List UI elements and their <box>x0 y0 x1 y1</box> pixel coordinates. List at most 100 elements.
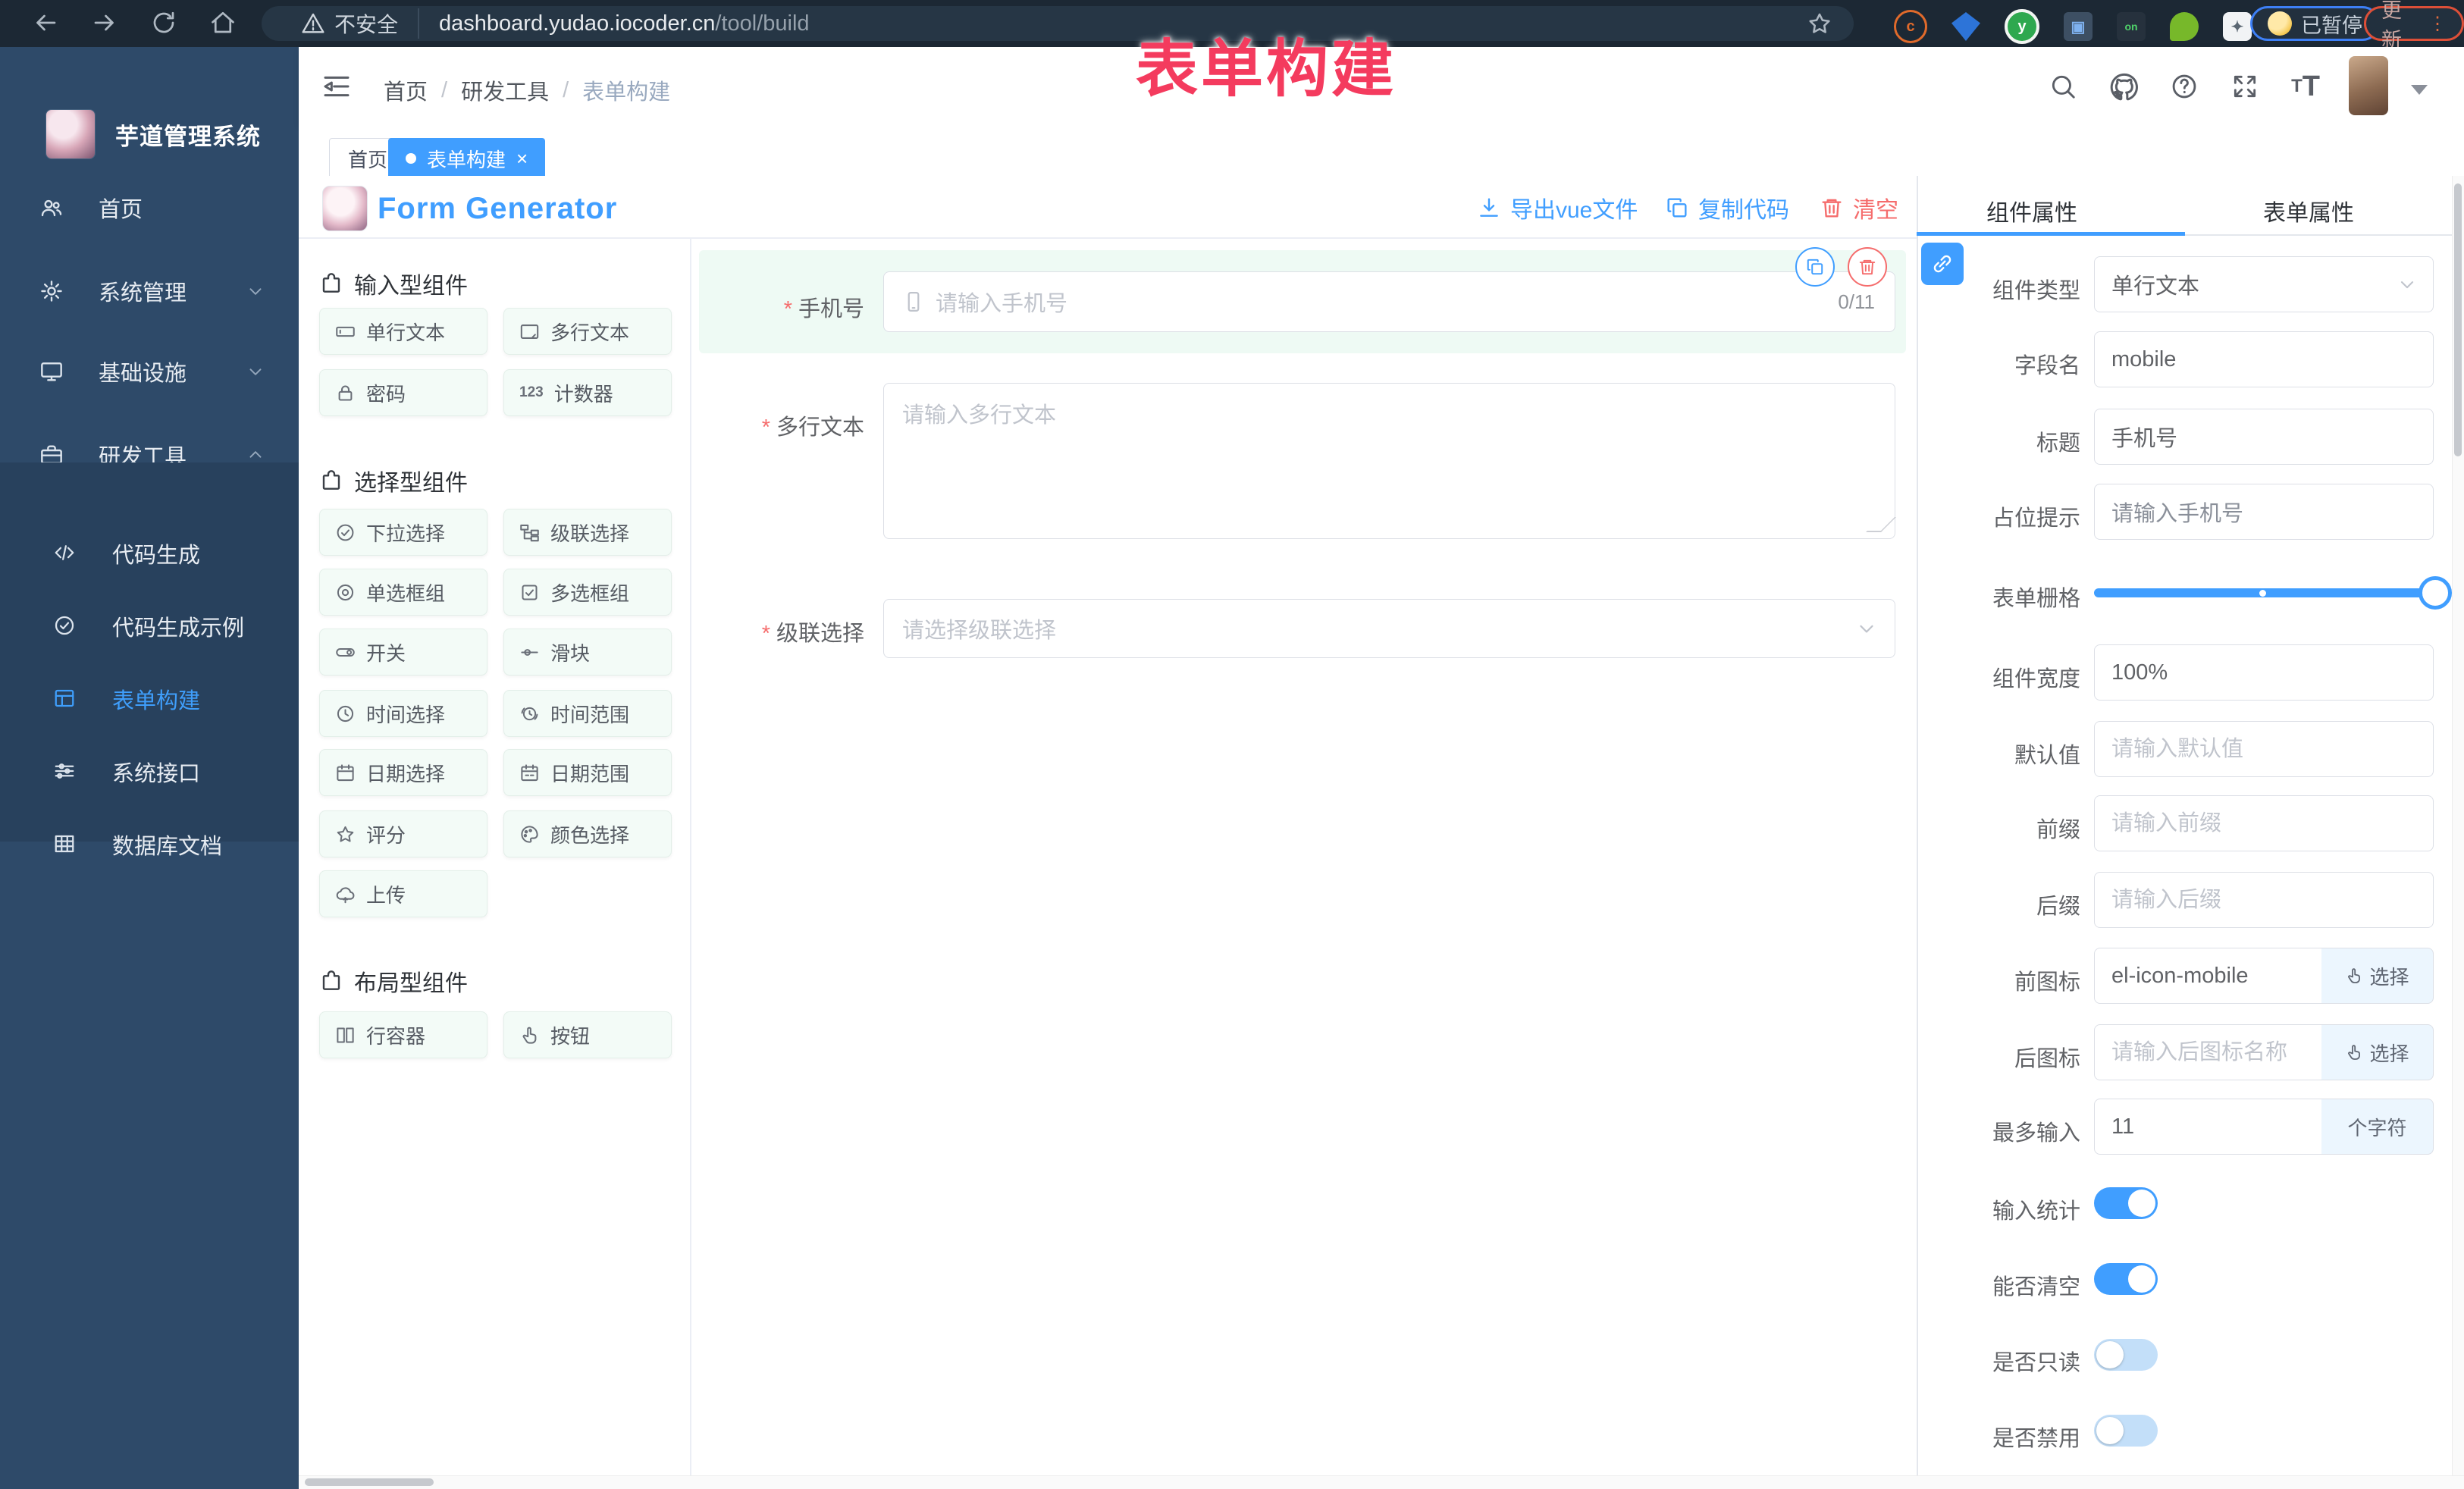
fullscreen-icon[interactable] <box>2230 72 2259 101</box>
horizontal-scrollbar[interactable] <box>299 1475 2464 1489</box>
search-icon[interactable] <box>2049 72 2077 101</box>
delete-component-button[interactable] <box>1848 247 1887 287</box>
browser-back-icon[interactable] <box>32 9 59 36</box>
placeholder-input[interactable] <box>2094 484 2434 540</box>
slider-handle[interactable] <box>2419 576 2452 610</box>
tab-component-props[interactable]: 组件属性 <box>1986 194 2077 227</box>
prefix-input[interactable] <box>2094 795 2434 851</box>
bookmark-star-icon[interactable] <box>1807 11 1832 36</box>
update-button[interactable]: 更新 ⋮ <box>2364 6 2464 41</box>
palette-item-multi-line-text[interactable]: 多行文本 <box>503 308 672 355</box>
palette-item-single-line-text[interactable]: 单行文本 <box>319 308 487 355</box>
extension-icon[interactable]: c <box>1894 10 1927 43</box>
mobile-input[interactable]: 请输入手机号 0/11 <box>883 271 1895 332</box>
sidebar-logo-row[interactable]: 芋道管理系统 <box>0 109 299 159</box>
tags-view-bar: 首页 表单构建 × <box>299 126 2464 177</box>
github-icon[interactable] <box>2109 72 2138 101</box>
address-bar[interactable]: 不安全 dashboard.yudao.iocoder.cn/tool/buil… <box>262 6 1854 41</box>
star-icon <box>335 824 356 845</box>
clear-button[interactable]: 清空 <box>1820 191 1898 224</box>
close-icon[interactable]: × <box>516 147 528 171</box>
component-type-select[interactable]: 单行文本 <box>2094 256 2434 312</box>
hamburger-icon[interactable] <box>321 71 352 102</box>
component-width-input[interactable] <box>2094 644 2434 701</box>
extension-icon[interactable]: y <box>2005 9 2039 44</box>
mobile-placeholder: 请输入手机号 <box>936 286 1067 318</box>
toggle-clearable[interactable] <box>2094 1263 2158 1295</box>
extension-icon[interactable]: on <box>2117 12 2146 41</box>
palette-item-row-container[interactable]: 行容器 <box>319 1011 487 1058</box>
palette-item-slider[interactable]: 滑块 <box>503 629 672 676</box>
toggle-disabled[interactable] <box>2094 1415 2158 1447</box>
extension-icon[interactable] <box>1951 12 1980 41</box>
toggle-readonly[interactable] <box>2094 1339 2158 1371</box>
palette-item-date-picker[interactable]: 日期选择 <box>319 749 487 796</box>
max-input[interactable] <box>2094 1099 2323 1155</box>
prefix-icon-input[interactable] <box>2094 948 2323 1004</box>
palette-item-time-range[interactable]: 时间范围 <box>503 690 672 737</box>
palette-item-radio-group[interactable]: 单选框组 <box>319 569 487 616</box>
palette-item-select[interactable]: 下拉选择 <box>319 509 487 556</box>
palette-item-upload[interactable]: 上传 <box>319 870 487 917</box>
browser-reload-icon[interactable] <box>150 9 177 36</box>
palette-item-cascader[interactable]: 级联选择 <box>503 509 672 556</box>
paused-label: 已暂停 <box>2301 9 2362 39</box>
palette-item-switch[interactable]: 开关 <box>319 629 487 676</box>
component-icon <box>319 271 343 296</box>
suffix-input[interactable] <box>2094 872 2434 928</box>
section-input-components: 输入型组件 <box>319 267 468 300</box>
sidebar-item-db-doc[interactable]: 数据库文档 <box>0 808 299 881</box>
prefix-icon-choose-button[interactable]: 选择 <box>2321 948 2434 1004</box>
palette-item-button[interactable]: 按钮 <box>503 1011 672 1058</box>
avatar[interactable] <box>2349 56 2388 115</box>
palette-item-time-picker[interactable]: 时间选择 <box>319 690 487 737</box>
security-label[interactable]: 不安全 <box>334 8 398 39</box>
duplicate-component-button[interactable] <box>1795 247 1835 287</box>
help-icon[interactable] <box>2170 72 2199 101</box>
browser-home-icon[interactable] <box>209 9 237 36</box>
toggle-label-clearable: 能否清空 <box>1830 1269 2080 1301</box>
extensions-puzzle-icon[interactable]: ✦ <box>2223 12 2252 41</box>
suffix-icon-input[interactable] <box>2094 1024 2323 1080</box>
link-drag-handle[interactable] <box>1921 243 1964 285</box>
tag-form-builder-active[interactable]: 表单构建 × <box>388 138 545 179</box>
switch-knob <box>2096 1417 2124 1444</box>
palette-item-rate[interactable]: 评分 <box>319 810 487 857</box>
kebab-menu-icon[interactable]: ⋮ <box>2428 13 2447 35</box>
sidebar-item-system-api[interactable]: 系统接口 <box>0 735 299 808</box>
breadcrumb-home[interactable]: 首页 <box>384 74 428 106</box>
toggle-input-stats[interactable] <box>2094 1187 2158 1219</box>
sidebar-item-codegen[interactable]: 代码生成 <box>0 517 299 590</box>
sidebar-item-infra[interactable]: 基础设施 <box>0 334 299 409</box>
extension-icon[interactable] <box>2170 12 2199 41</box>
palette-item-color-picker[interactable]: 颜色选择 <box>503 810 672 857</box>
paused-extension-badge[interactable]: 已暂停 <box>2250 6 2380 41</box>
tab-form-props[interactable]: 表单属性 <box>2263 194 2354 227</box>
form-grid-slider[interactable] <box>2094 588 2444 597</box>
default-value-input[interactable] <box>2094 721 2434 777</box>
suffix-icon-choose-button[interactable]: 选择 <box>2321 1024 2434 1080</box>
palette-item-date-range[interactable]: 日期范围 <box>503 749 672 796</box>
export-vue-button[interactable]: 导出vue文件 <box>1477 191 1638 224</box>
palette-item-password[interactable]: 密码 <box>319 369 487 416</box>
required-mark: * <box>784 297 792 321</box>
chevron-down-icon[interactable] <box>2411 85 2428 95</box>
breadcrumb-devtools[interactable]: 研发工具 <box>461 74 549 106</box>
font-size-icon[interactable]: TT <box>2291 72 2320 101</box>
vertical-scrollbar-thumb[interactable] <box>2454 183 2462 456</box>
palette-item-counter[interactable]: 123计数器 <box>503 369 672 416</box>
sidebar-item-system[interactable]: 系统管理 <box>0 253 299 329</box>
copy-code-button[interactable]: 复制代码 <box>1665 191 1789 224</box>
textarea-input[interactable]: 请输入多行文本 <box>883 383 1895 539</box>
palette-item-checkbox-group[interactable]: 多选框组 <box>503 569 672 616</box>
extension-icon[interactable]: ▣ <box>2064 12 2093 41</box>
switch-knob <box>2096 1341 2124 1368</box>
sidebar-item-home[interactable]: 首页 <box>0 170 299 246</box>
cascader-select[interactable]: 请选择级联选择 <box>883 599 1895 658</box>
title-input[interactable] <box>2094 409 2434 465</box>
horizontal-scrollbar-thumb[interactable] <box>305 1478 434 1486</box>
sidebar-item-codegen-demo[interactable]: 代码生成示例 <box>0 590 299 663</box>
browser-forward-icon[interactable] <box>91 9 118 36</box>
field-name-input[interactable] <box>2094 331 2434 387</box>
sidebar-item-form-builder[interactable]: 表单构建 <box>0 663 299 735</box>
